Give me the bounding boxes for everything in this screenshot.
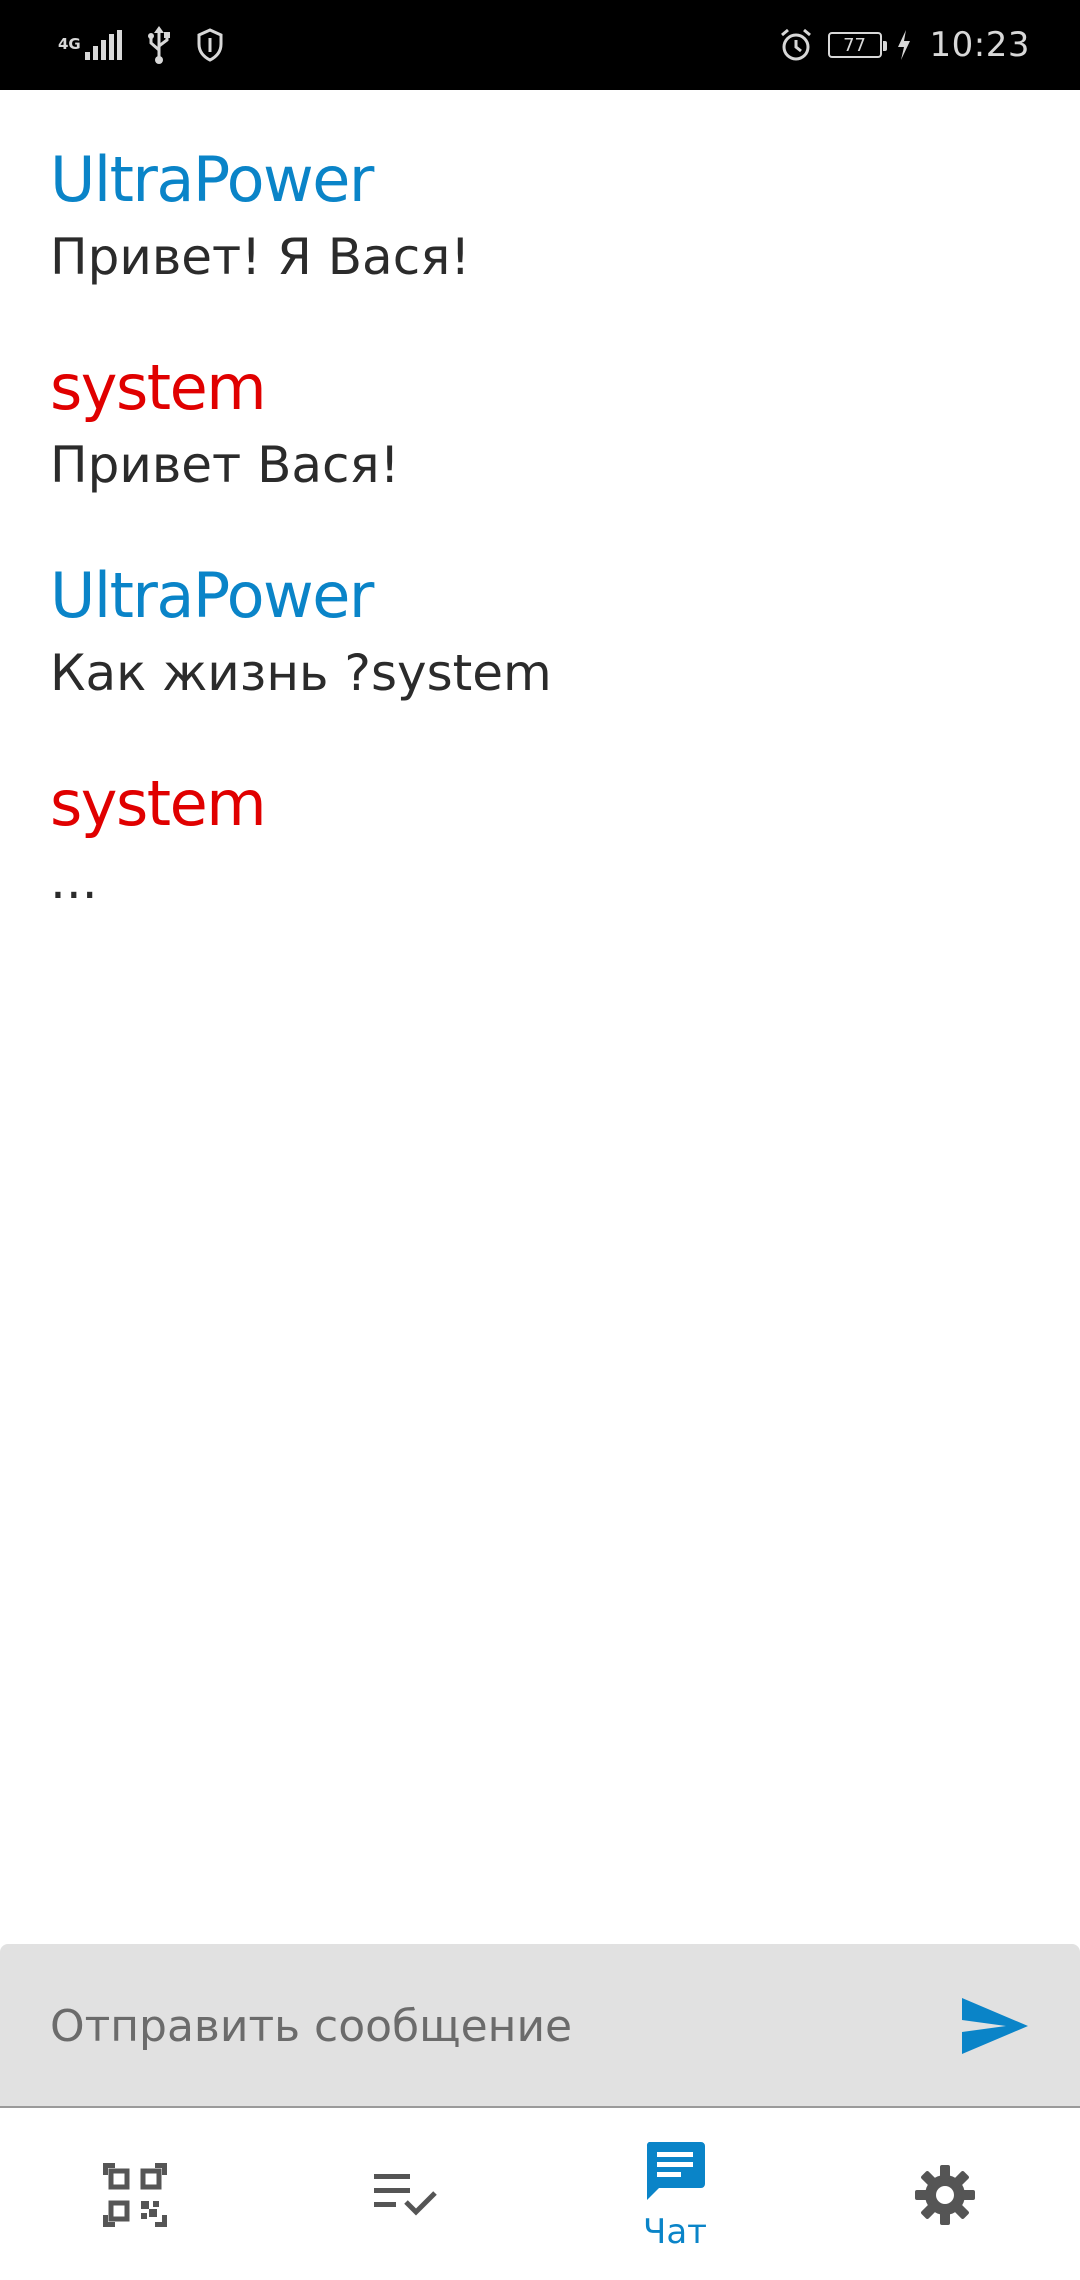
message-list: UltraPower Привет! Я Вася! system Привет…: [50, 140, 1030, 972]
status-time: 10:23: [929, 25, 1030, 65]
signal-bars: [84, 30, 122, 60]
message-text: ...: [50, 852, 98, 910]
nav-item-settings[interactable]: [810, 2110, 1080, 2280]
chat-icon: [646, 2142, 705, 2200]
nav-item-qr[interactable]: [0, 2110, 270, 2280]
gear-icon: [915, 2165, 975, 2225]
charging-icon: [897, 30, 910, 60]
battery-level: 77: [843, 34, 866, 56]
status-right: 77 10:23: [778, 22, 1030, 68]
checklist-icon: [374, 2174, 437, 2216]
app-screen: 4G 77 10:23 UltraPower Привет! Я Вася! s…: [0, 0, 1080, 2280]
message-sender: UltraPower: [50, 143, 374, 216]
nav-item-chat[interactable]: Чат: [540, 2110, 810, 2280]
message-item: UltraPower Привет! Я Вася!: [50, 140, 1030, 290]
usb-icon: [147, 26, 170, 64]
battery-icon: 77: [827, 32, 887, 58]
signal-icon: 4G: [58, 30, 122, 60]
message-item: UltraPower Как жизнь ?system: [50, 556, 1030, 706]
message-text: Привет Вася!: [50, 436, 400, 494]
qr-code-icon: [103, 2163, 167, 2227]
nav-label-chat: Чат: [643, 2212, 707, 2252]
alarm-icon: [780, 28, 811, 61]
message-item: system Привет Вася!: [50, 348, 1030, 498]
shield-icon: [197, 28, 223, 62]
message-sender: system: [50, 767, 267, 840]
network-type: 4G: [58, 35, 81, 53]
message-sender: UltraPower: [50, 559, 374, 632]
message-sender: system: [50, 351, 267, 424]
status-bar: 4G 77 10:23: [0, 0, 1080, 90]
message-input[interactable]: [50, 1984, 910, 2068]
nav-item-tasks[interactable]: [270, 2110, 540, 2280]
bottom-navigation: Чат: [0, 2110, 1080, 2280]
status-left: 4G: [58, 22, 224, 68]
send-icon[interactable]: [960, 1996, 1030, 2056]
message-text: Привет! Я Вася!: [50, 228, 471, 286]
message-item: system ...: [50, 764, 1030, 914]
message-composer: [0, 1944, 1080, 2108]
message-text: Как жизнь ?system: [50, 644, 552, 702]
